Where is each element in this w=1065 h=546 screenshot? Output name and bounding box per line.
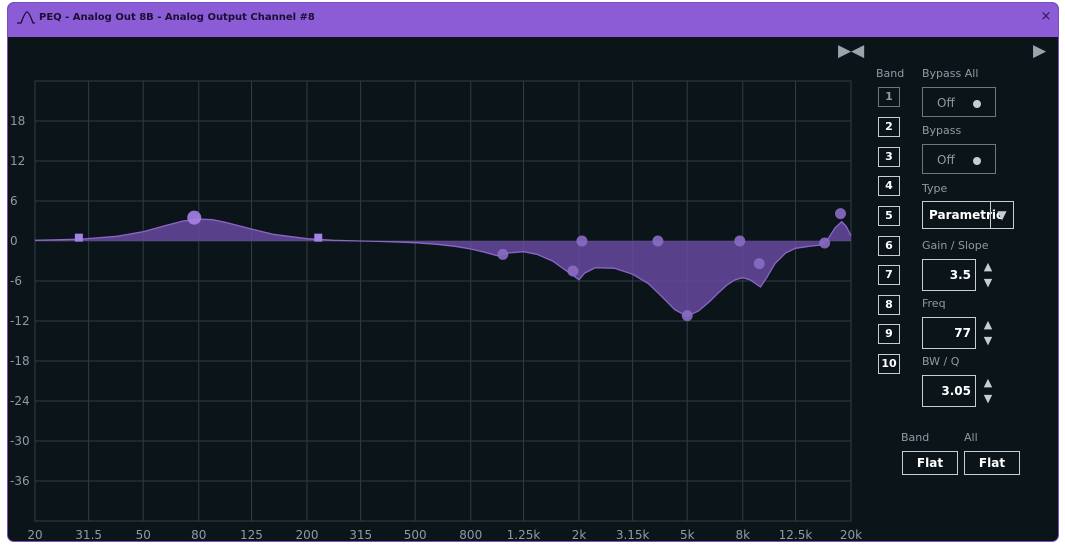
y-tick-label: -24	[10, 394, 30, 408]
flat-band-button[interactable]: Flat	[902, 451, 958, 475]
bypass-toggle[interactable]: Off	[922, 144, 996, 174]
bypass-all-value: Off	[937, 96, 955, 110]
bypass-value: Off	[937, 153, 955, 167]
x-tick-label: 315	[349, 528, 372, 541]
band-button[interactable]: 6	[878, 236, 900, 256]
band-handle-7[interactable]	[652, 235, 664, 247]
flat-all-button[interactable]: Flat	[964, 451, 1020, 475]
x-tick-label: 500	[404, 528, 427, 541]
x-tick-label: 8k	[735, 528, 750, 541]
band-button[interactable]: 4	[878, 176, 900, 196]
x-tick-label: 12.5k	[779, 528, 813, 541]
band-handle-9[interactable]	[734, 235, 746, 247]
expand-arrow-icon[interactable]: ▶	[1033, 41, 1046, 61]
x-tick-label: 2k	[572, 528, 587, 541]
graph-background	[8, 37, 870, 541]
chevron-down-icon[interactable]: ▼	[990, 202, 1013, 228]
x-tick-label: 20k	[840, 528, 862, 541]
band-handle-4[interactable]	[497, 248, 509, 260]
band-handle-1[interactable]	[74, 233, 83, 242]
band-button[interactable]: 5	[878, 206, 900, 226]
x-tick-label: 3.15k	[616, 528, 650, 541]
y-tick-label: -12	[10, 314, 30, 328]
title-bar[interactable]: PEQ - Analog Out 8B - Analog Output Chan…	[8, 3, 1058, 37]
peq-curve-icon	[17, 11, 35, 24]
band-button[interactable]: 2	[878, 117, 900, 137]
flat-band-header: Band	[901, 431, 930, 444]
band-button[interactable]: 8	[878, 295, 900, 315]
x-tick-label: 200	[296, 528, 319, 541]
band-button[interactable]: 1	[878, 87, 900, 107]
band-handle-5[interactable]	[567, 265, 579, 277]
band-button[interactable]: 9	[878, 324, 900, 344]
filter-type-select[interactable]: Parametric ▼	[922, 201, 1014, 229]
flat-all-header: All	[964, 431, 978, 444]
bypass-all-toggle[interactable]: Off	[922, 87, 996, 117]
x-tick-label: 125	[240, 528, 263, 541]
y-tick-label: -36	[10, 474, 30, 488]
spin-up-icon[interactable]: ▲	[979, 259, 997, 275]
spin-down-icon[interactable]: ▼	[979, 391, 997, 407]
band-handle-11[interactable]	[819, 237, 831, 249]
peq-window: PEQ - Analog Out 8B - Analog Output Chan…	[8, 3, 1058, 541]
band-header-label: Band	[876, 67, 905, 80]
y-tick-label: -6	[10, 274, 22, 288]
bw-stepper[interactable]: ▲ ▼	[979, 375, 997, 407]
spin-down-icon[interactable]: ▼	[979, 275, 997, 291]
eq-graph[interactable]: 18 12 6 0 -6 -12 -18 -24 -30 -36 20 31.5 50 80 125 200…	[8, 37, 870, 541]
freq-stepper[interactable]: ▲ ▼	[979, 317, 997, 349]
freq-label: Freq	[922, 297, 946, 310]
band-button[interactable]: 3	[878, 147, 900, 167]
y-tick-label: 12	[10, 154, 25, 168]
y-tick-label: 18	[10, 114, 25, 128]
band-handle-2[interactable]	[187, 210, 202, 225]
y-tick-label: -18	[10, 354, 30, 368]
close-icon[interactable]: ×	[1038, 9, 1054, 25]
gain-label: Gain / Slope	[922, 239, 989, 252]
window-title: PEQ - Analog Out 8B - Analog Output Chan…	[39, 12, 315, 23]
band-handle-8[interactable]	[681, 310, 693, 322]
band-handle-10[interactable]	[753, 258, 765, 270]
freq-input[interactable]: 77	[922, 317, 976, 349]
bypass-label: Bypass	[922, 124, 962, 137]
bw-label: BW / Q	[922, 355, 960, 368]
spin-up-icon[interactable]: ▲	[979, 317, 997, 333]
band-handle-3[interactable]	[314, 233, 323, 242]
x-tick-label: 80	[191, 528, 206, 541]
gain-input[interactable]: 3.5	[922, 259, 976, 291]
x-tick-label: 50	[136, 528, 151, 541]
y-tick-label: -30	[10, 434, 30, 448]
x-tick-label: 800	[459, 528, 482, 541]
bypass-all-label: Bypass All	[922, 67, 979, 80]
x-tick-label: 20	[27, 528, 42, 541]
band-button[interactable]: 7	[878, 265, 900, 285]
collapse-arrows-icon[interactable]: ▶◀	[838, 41, 864, 61]
indicator-dot-icon	[973, 157, 981, 165]
band-button[interactable]: 10	[878, 354, 900, 374]
indicator-dot-icon	[973, 100, 981, 108]
band-handle-12[interactable]	[835, 208, 847, 220]
y-tick-label: 0	[10, 234, 18, 248]
gain-stepper[interactable]: ▲ ▼	[979, 259, 997, 291]
x-tick-label: 31.5	[75, 528, 102, 541]
band-handle-6[interactable]	[576, 235, 588, 247]
spin-up-icon[interactable]: ▲	[979, 375, 997, 391]
x-tick-label: 5k	[680, 528, 695, 541]
bw-input[interactable]: 3.05	[922, 375, 976, 407]
y-tick-label: 6	[10, 194, 18, 208]
x-tick-label: 1.25k	[507, 528, 541, 541]
type-label: Type	[922, 182, 948, 195]
spin-down-icon[interactable]: ▼	[979, 333, 997, 349]
